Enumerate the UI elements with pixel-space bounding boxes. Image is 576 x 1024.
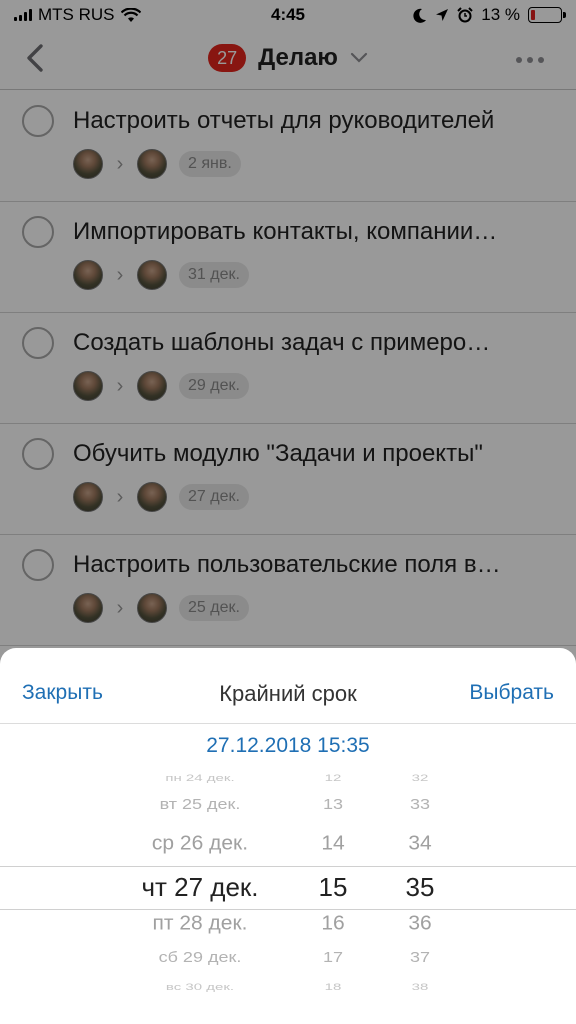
date-option[interactable]: сб 29 дек. xyxy=(100,949,300,966)
minute-option[interactable]: 32 xyxy=(380,773,460,783)
hour-option[interactable]: 18 xyxy=(300,982,366,992)
minute-option[interactable]: 38 xyxy=(380,982,460,992)
date-option[interactable]: пн 24 дек. xyxy=(100,773,300,783)
date-option[interactable]: вс 30 дек. xyxy=(100,982,300,992)
selected-datetime: 27.12.2018 15:35 xyxy=(206,734,370,757)
deadline-picker-sheet: Закрыть Крайний срок Выбрать 27.12.2018 … xyxy=(0,648,576,1024)
date-option[interactable]: ср 26 дек. xyxy=(100,833,300,856)
sheet-header: Закрыть Крайний срок Выбрать xyxy=(0,648,576,724)
hour-option[interactable]: 17 xyxy=(300,949,366,966)
date-option[interactable]: чт 27 дек. xyxy=(100,872,300,903)
minute-option[interactable]: 36 xyxy=(380,913,460,936)
date-option[interactable]: вт 25 дек. xyxy=(100,796,300,813)
minute-option[interactable]: 33 xyxy=(380,796,460,813)
select-button[interactable]: Выбрать xyxy=(469,681,554,705)
date-option[interactable]: пт 28 дек. xyxy=(100,913,300,936)
hour-option[interactable]: 12 xyxy=(300,773,366,783)
hour-option[interactable]: 16 xyxy=(300,913,366,936)
minute-option[interactable]: 34 xyxy=(380,833,460,856)
minute-option[interactable]: 35 xyxy=(380,872,460,903)
minute-option[interactable]: 37 xyxy=(380,949,460,966)
minute-wheel[interactable]: 32 33 34 35 36 37 38 xyxy=(380,766,460,1024)
hour-option[interactable]: 15 xyxy=(300,872,366,903)
hour-wheel[interactable]: 12 13 14 15 16 17 18 xyxy=(300,766,366,1024)
hour-option[interactable]: 13 xyxy=(300,796,366,813)
date-wheel[interactable]: пн 24 дек. вт 25 дек. ср 26 дек. чт 27 дек.… xyxy=(100,766,300,1024)
datetime-picker: пн 24 дек. вт 25 дек. ср 26 дек. чт 27 дек.… xyxy=(0,766,576,1024)
hour-option[interactable]: 14 xyxy=(300,833,366,856)
